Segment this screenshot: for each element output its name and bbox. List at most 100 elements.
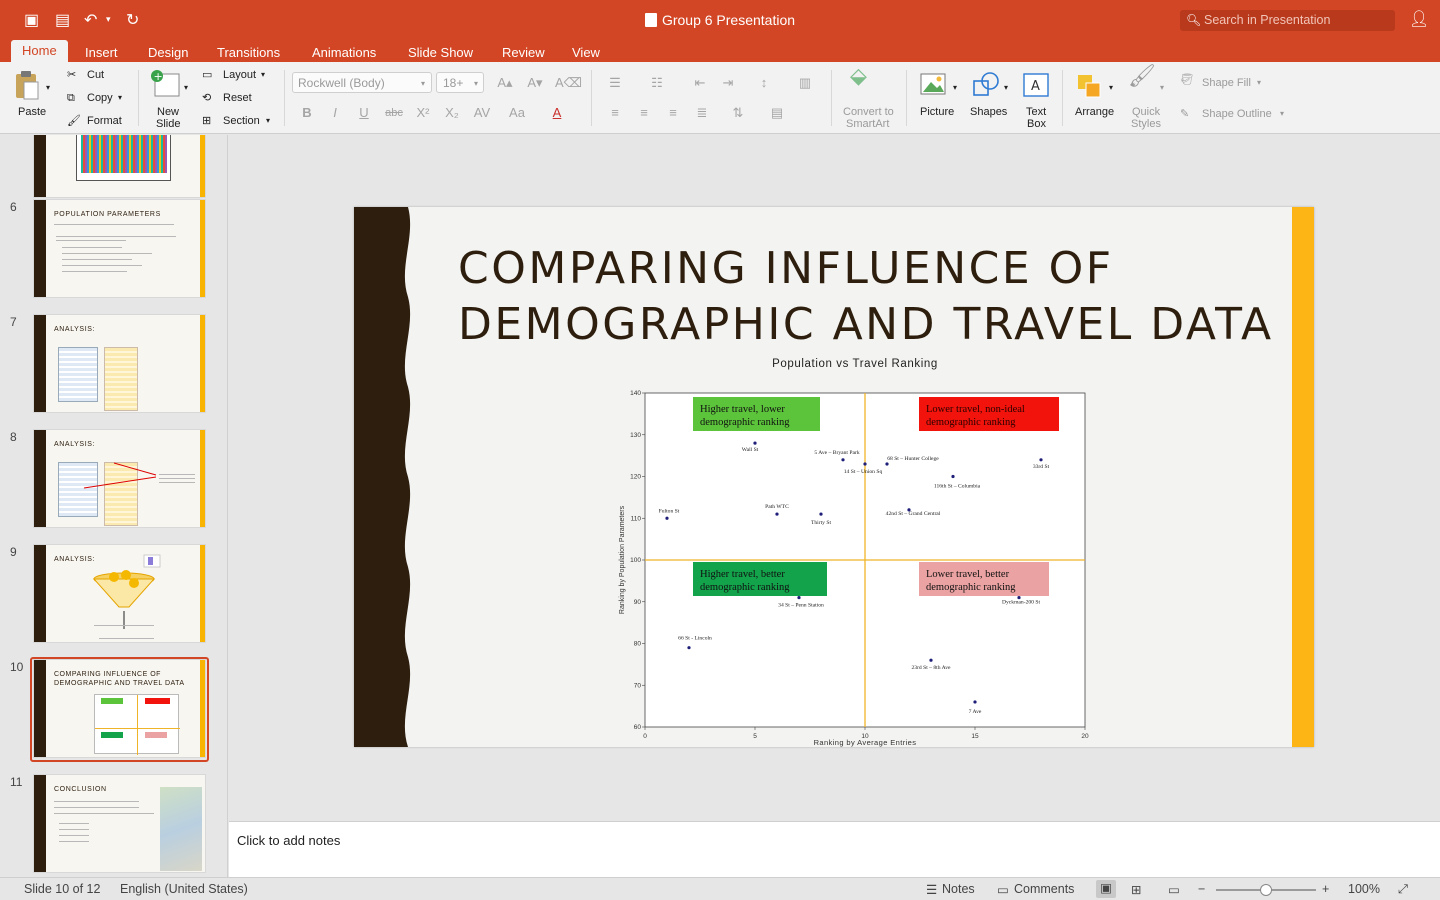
- notes-toggle-button[interactable]: Notes: [942, 882, 975, 896]
- shape-outline-dropdown-icon[interactable]: ▾: [1280, 108, 1284, 120]
- numbering-icon[interactable]: ☷: [645, 73, 669, 93]
- arrange-button[interactable]: Arrange: [1075, 106, 1114, 118]
- copy-button[interactable]: Copy: [87, 92, 113, 104]
- font-size-select[interactable]: 18+ ▾: [436, 72, 484, 93]
- align-left-icon[interactable]: ≡: [603, 103, 627, 123]
- layout-button[interactable]: Layout: [223, 69, 256, 81]
- tab-transitions[interactable]: Transitions: [217, 43, 280, 62]
- slide-thumbnail-10[interactable]: COMPARING INFLUENCE OF DEMOGRAPHIC AND T…: [33, 659, 206, 758]
- section-button[interactable]: Section: [223, 115, 260, 127]
- copy-dropdown-icon[interactable]: ▾: [118, 92, 122, 104]
- paste-dropdown-icon[interactable]: ▾: [46, 82, 50, 94]
- reset-icon[interactable]: ⟲: [202, 92, 211, 104]
- search-input[interactable]: 🔍︎ Search in Presentation: [1180, 10, 1395, 31]
- italic-icon[interactable]: I: [323, 103, 347, 123]
- character-spacing-icon[interactable]: AV: [470, 103, 494, 123]
- picture-button[interactable]: Picture: [920, 106, 954, 118]
- format-painter-button[interactable]: Format: [87, 115, 122, 127]
- bullets-icon[interactable]: ☰: [603, 73, 627, 93]
- justify-icon[interactable]: ≣: [690, 103, 714, 123]
- align-right-icon[interactable]: ≡: [661, 103, 685, 123]
- current-slide[interactable]: COMPARING INFLUENCE OF DEMOGRAPHIC AND T…: [354, 207, 1314, 747]
- text-box-icon[interactable]: A: [1022, 71, 1050, 99]
- shape-fill-button[interactable]: Shape Fill: [1202, 77, 1251, 89]
- superscript-icon[interactable]: X²: [411, 103, 435, 123]
- paste-button[interactable]: Paste: [18, 106, 46, 118]
- pencil-icon[interactable]: ✎: [1180, 108, 1189, 120]
- line-spacing-icon[interactable]: ↕: [752, 73, 776, 93]
- shape-outline-button[interactable]: Shape Outline: [1202, 108, 1272, 120]
- slide-thumbnail-6[interactable]: POPULATION PARAMETERS: [33, 199, 206, 298]
- paste-icon[interactable]: [14, 70, 40, 100]
- notes-icon[interactable]: ☰: [926, 882, 937, 897]
- shapes-button[interactable]: Shapes: [970, 106, 1007, 118]
- comments-icon[interactable]: ▭: [997, 882, 1009, 897]
- slide-thumbnail-9[interactable]: ANALYSIS:: [33, 544, 206, 643]
- increase-font-icon[interactable]: A▴: [493, 73, 517, 93]
- layout-dropdown-icon[interactable]: ▾: [261, 69, 265, 81]
- comments-toggle-button[interactable]: Comments: [1014, 882, 1074, 896]
- zoom-out-icon[interactable]: −: [1198, 882, 1205, 896]
- slide-thumbnail-8[interactable]: ANALYSIS:: [33, 429, 206, 528]
- align-center-icon[interactable]: ≡: [632, 103, 656, 123]
- normal-view-icon[interactable]: ▣: [1096, 880, 1116, 898]
- zoom-slider-thumb[interactable]: [1260, 884, 1272, 896]
- reading-view-icon[interactable]: ▭: [1168, 882, 1180, 897]
- tab-home[interactable]: Home: [11, 40, 68, 62]
- new-slide-dropdown-icon[interactable]: ▾: [184, 82, 188, 94]
- quick-styles-label-2[interactable]: Styles: [1131, 118, 1161, 130]
- text-direction-icon[interactable]: ⇅: [726, 103, 750, 123]
- quick-styles-label[interactable]: Quick: [1132, 106, 1160, 118]
- underline-icon[interactable]: U: [352, 103, 376, 123]
- notes-placeholder[interactable]: Click to add notes: [237, 833, 340, 848]
- zoom-level[interactable]: 100%: [1348, 882, 1380, 896]
- tab-design[interactable]: Design: [148, 43, 188, 62]
- share-user-icon[interactable]: 👤︎: [1409, 9, 1429, 29]
- decrease-font-icon[interactable]: A▾: [523, 73, 547, 93]
- quick-styles-icon[interactable]: 🖌︎: [1128, 65, 1156, 87]
- copy-icon[interactable]: ⧉: [67, 92, 75, 104]
- zoom-in-icon[interactable]: +: [1322, 882, 1329, 896]
- subscript-icon[interactable]: X₂: [440, 103, 464, 123]
- font-name-select[interactable]: Rockwell (Body) ▾: [292, 72, 432, 93]
- text-box-label-2[interactable]: Box: [1027, 118, 1046, 130]
- slide-thumbnail-7[interactable]: ANALYSIS:: [33, 314, 206, 413]
- picture-icon[interactable]: [920, 72, 948, 98]
- picture-dropdown-icon[interactable]: ▾: [953, 82, 957, 94]
- notes-pane[interactable]: Click to add notes: [229, 821, 1440, 877]
- tab-insert[interactable]: Insert: [85, 43, 118, 62]
- fit-to-window-icon[interactable]: ⤢: [1398, 882, 1408, 897]
- decrease-indent-icon[interactable]: ⇤: [688, 73, 712, 93]
- clear-formatting-icon[interactable]: A⌫: [555, 73, 582, 93]
- new-slide-label-2[interactable]: Slide: [156, 118, 180, 130]
- columns-icon[interactable]: ▥: [793, 73, 817, 93]
- tab-view[interactable]: View: [572, 43, 600, 62]
- bold-icon[interactable]: B: [295, 103, 319, 123]
- language-indicator[interactable]: English (United States): [120, 882, 248, 896]
- tab-slide-show[interactable]: Slide Show: [408, 43, 473, 62]
- convert-smartart-label[interactable]: Convert to: [843, 106, 894, 118]
- tab-review[interactable]: Review: [502, 43, 545, 62]
- slide-thumbnail-11[interactable]: CONCLUSION: [33, 774, 206, 873]
- slide-thumbnail-panel[interactable]: 6 POPULATION PARAMETERS 7 ANALYSIS: 8 AN…: [0, 135, 228, 877]
- section-icon[interactable]: ⊞: [202, 115, 211, 127]
- change-case-icon[interactable]: Aa: [505, 103, 529, 123]
- new-slide-icon[interactable]: +: [150, 70, 182, 98]
- text-box-label[interactable]: Text: [1026, 106, 1046, 118]
- align-text-icon[interactable]: ▤: [765, 103, 789, 123]
- scatter-chart[interactable]: Population vs Travel Ranking0 5 10 15 206070…: [354, 207, 1314, 747]
- layout-icon[interactable]: ▭: [202, 69, 212, 81]
- section-dropdown-icon[interactable]: ▾: [266, 115, 270, 127]
- format-painter-icon[interactable]: 🖌︎: [67, 115, 81, 127]
- paint-bucket-icon[interactable]: 🪣︎: [1180, 74, 1194, 86]
- shapes-dropdown-icon[interactable]: ▾: [1004, 82, 1008, 94]
- arrange-dropdown-icon[interactable]: ▾: [1109, 82, 1113, 94]
- tab-animations[interactable]: Animations: [312, 43, 376, 62]
- slide-thumbnail-5[interactable]: [33, 135, 206, 198]
- increase-indent-icon[interactable]: ⇥: [716, 73, 740, 93]
- font-color-icon[interactable]: A: [545, 103, 569, 123]
- scissors-icon[interactable]: ✂: [67, 69, 76, 81]
- shapes-icon[interactable]: [972, 71, 1000, 99]
- arrange-icon[interactable]: [1076, 71, 1104, 99]
- shape-fill-dropdown-icon[interactable]: ▾: [1257, 77, 1261, 89]
